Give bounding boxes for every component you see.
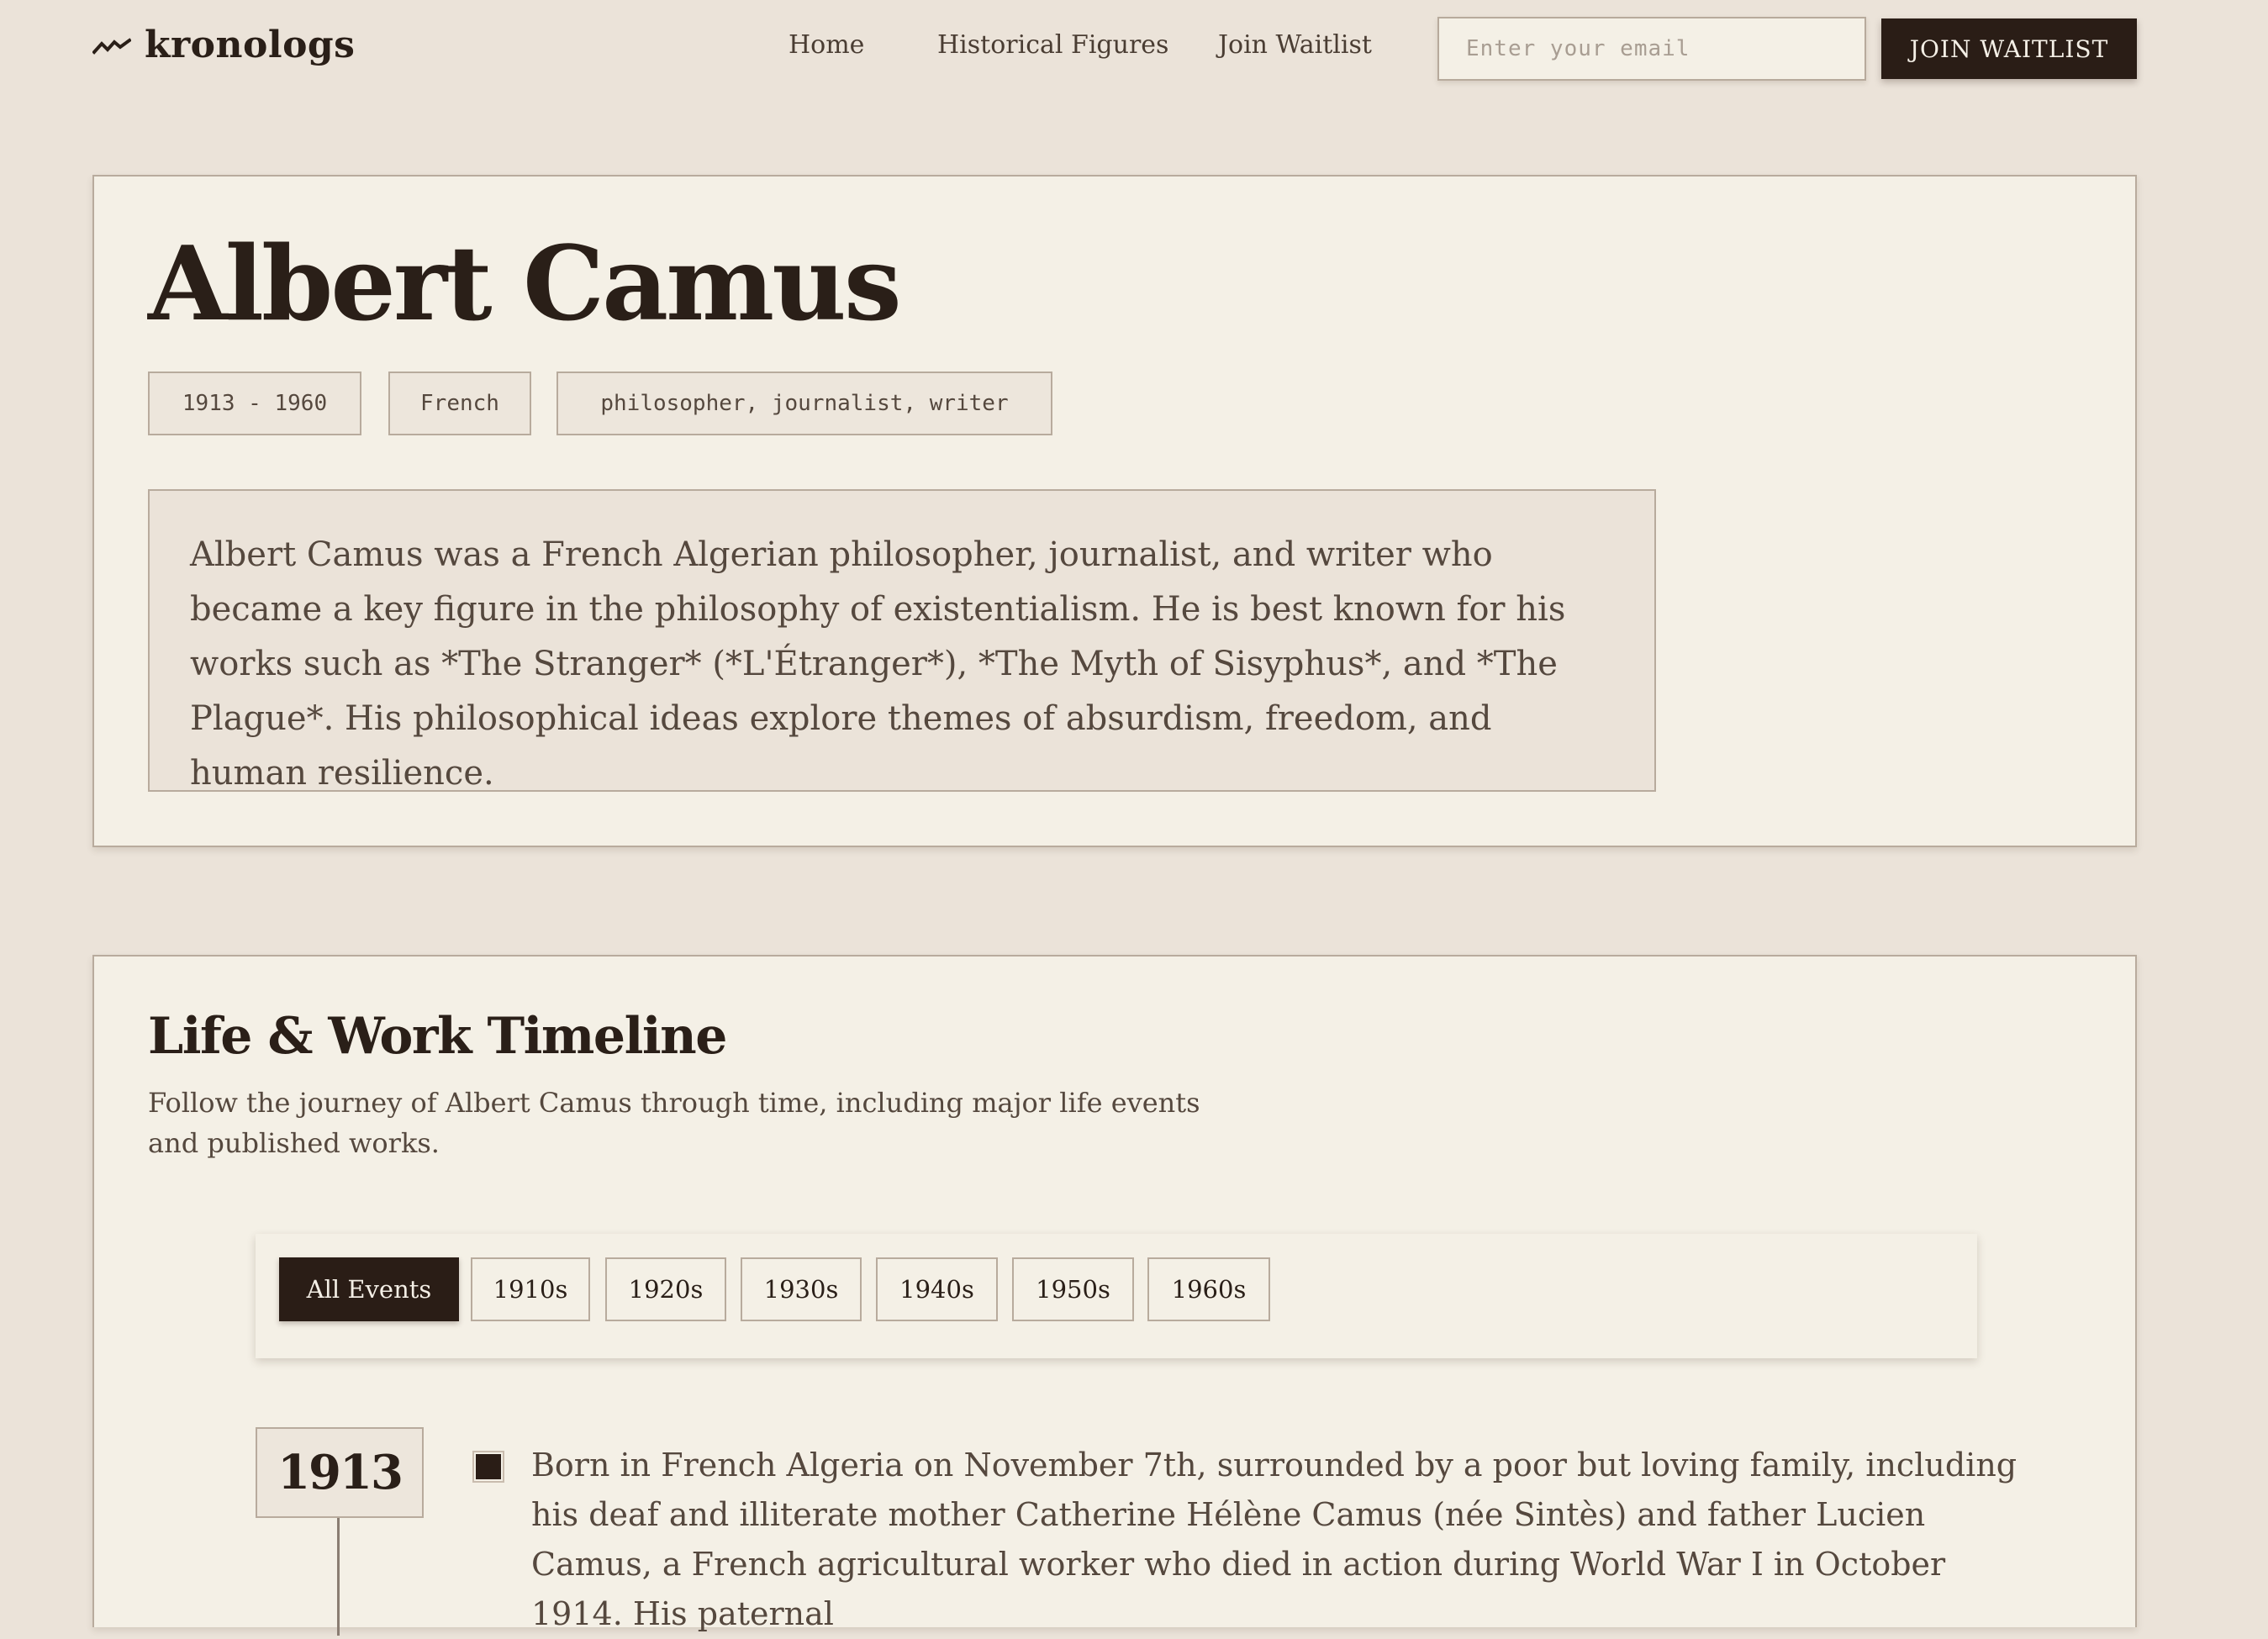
join-waitlist-button[interactable]: JOIN WAITLIST [1881,18,2137,79]
email-input[interactable] [1437,17,1866,81]
event-square-marker-icon [472,1451,504,1483]
profile-card: Albert Camus 1913 - 1960 French philosop… [92,175,2137,847]
logo[interactable]: kronologs [92,24,355,66]
filter-all-events[interactable]: All Events [279,1257,459,1321]
filter-1950s[interactable]: 1950s [1012,1257,1134,1321]
filter-1940s[interactable]: 1940s [876,1257,998,1321]
decade-filter-bar: All Events 1910s 1920s 1930s 1940s 1950s… [256,1234,1977,1358]
nav-link-historical-figures[interactable]: Historical Figures [937,30,1168,60]
occupation-tag: philosopher, journalist, writer [556,372,1052,435]
nav-link-join-waitlist[interactable]: Join Waitlist [1218,30,1372,60]
timeline-connector-line [337,1518,340,1636]
bio-text: Albert Camus was a French Algerian philo… [190,535,1566,793]
top-nav-bar: kronologs Home Historical Figures Join W… [0,0,2268,97]
lifespan-tag: 1913 - 1960 [148,372,361,435]
event-description: Born in French Algeria on November 7th, … [531,1447,2017,1632]
filter-1910s[interactable]: 1910s [471,1257,590,1321]
filter-1920s[interactable]: 1920s [605,1257,726,1321]
logo-text: kronologs [145,24,356,66]
bio-box: Albert Camus was a French Algerian philo… [148,489,1656,793]
nav-link-home[interactable]: Home [789,30,864,60]
timeline-description: Follow the journey of Albert Camus throu… [148,1087,1200,1159]
person-name: Albert Camus [148,223,902,344]
filter-1960s[interactable]: 1960s [1147,1257,1270,1321]
timeline-title: Life & Work Timeline [148,1007,727,1066]
nationality-tag: French [388,372,531,435]
zigzag-logo-icon [92,35,131,55]
filter-1930s[interactable]: 1930s [741,1257,862,1321]
event-year: 1913 [256,1427,424,1518]
timeline-card: Life & Work Timeline Follow the journey … [92,955,2137,1636]
